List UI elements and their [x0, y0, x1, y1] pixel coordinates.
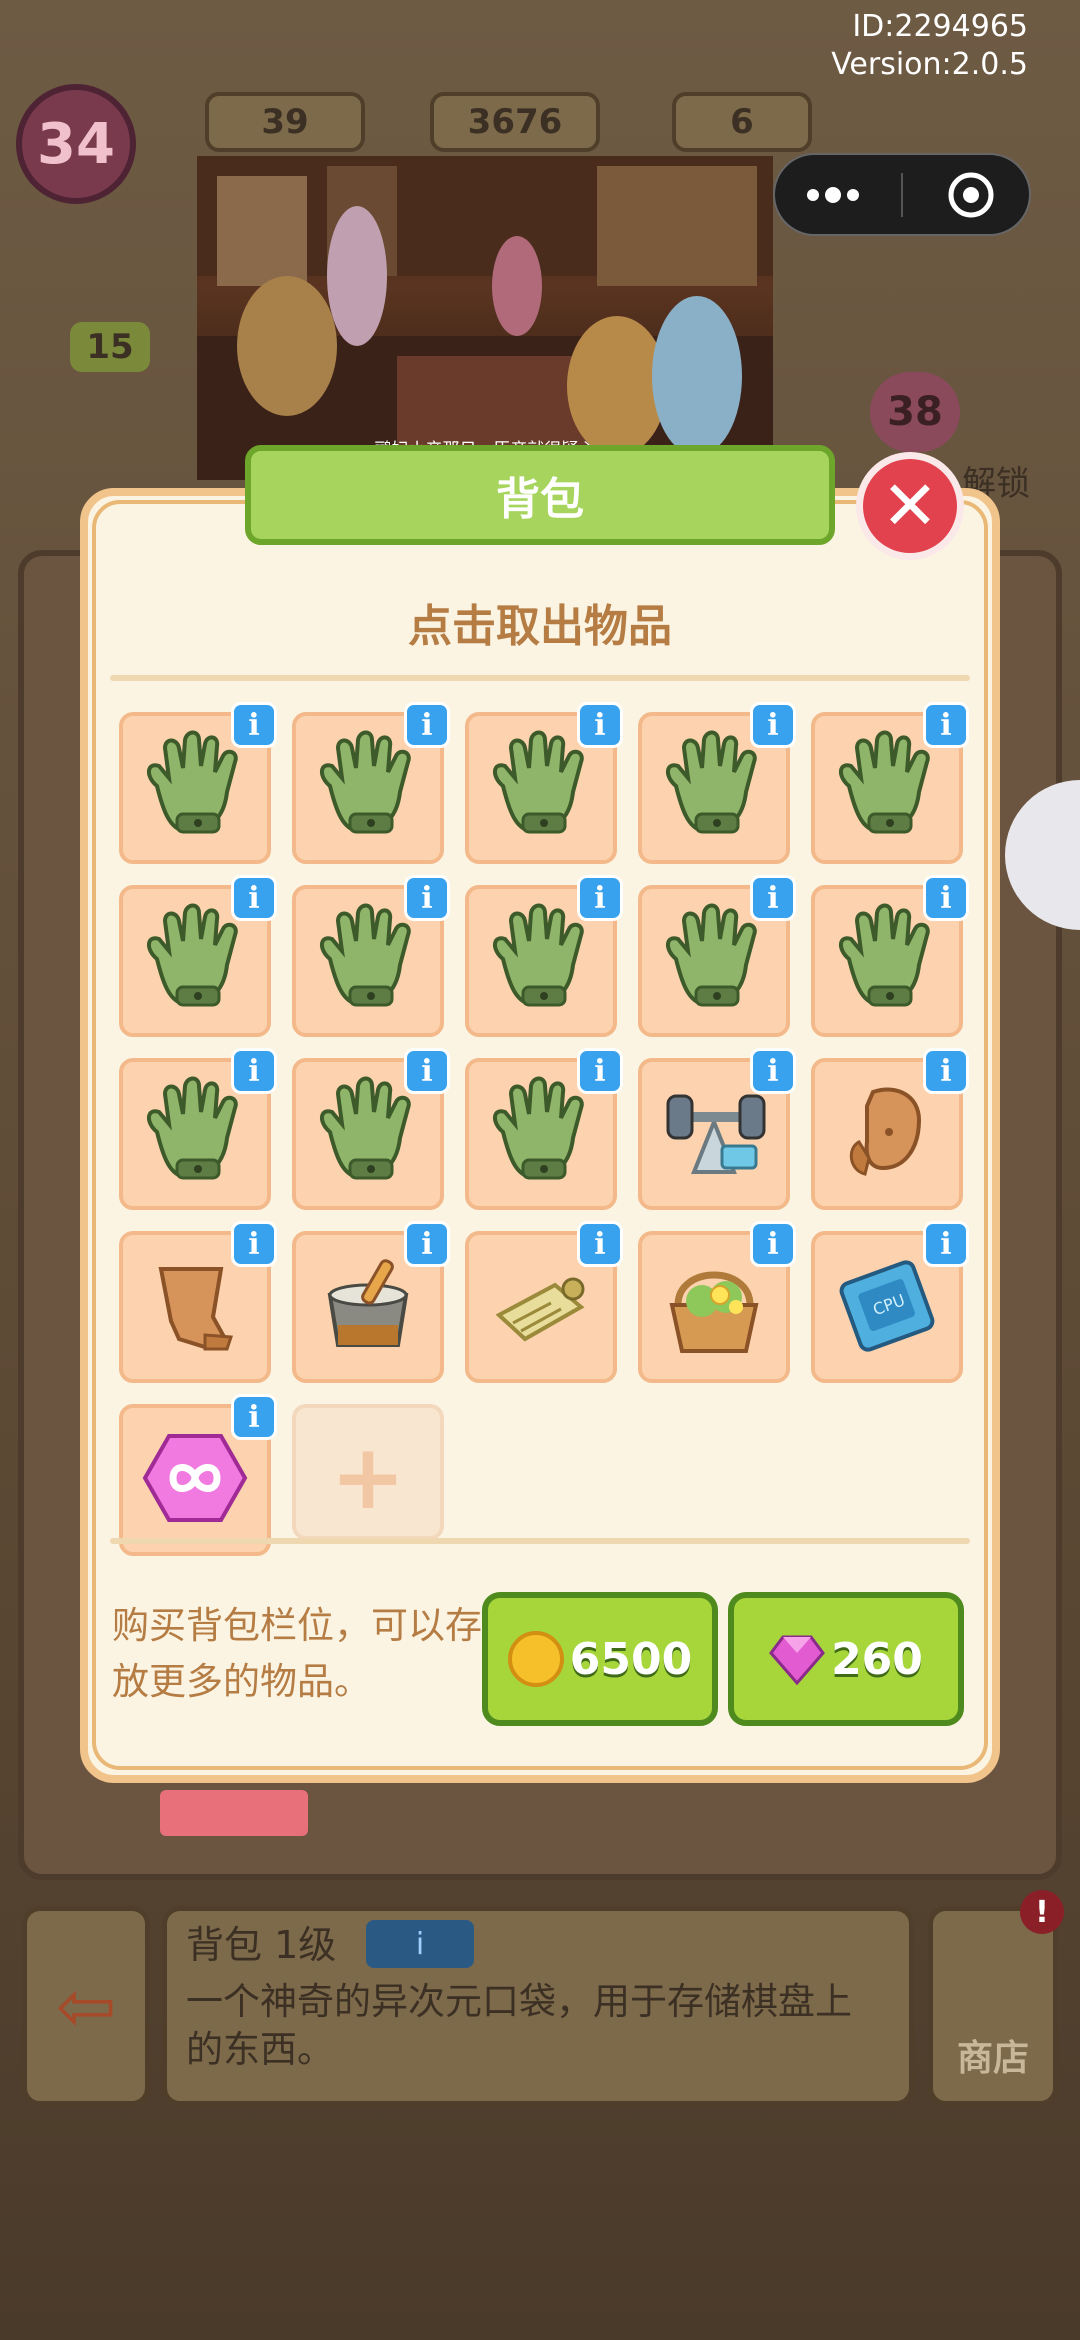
close-icon: ✕ — [881, 466, 939, 546]
item-info-icon[interactable]: i — [404, 1221, 450, 1267]
bottom-divider — [110, 1538, 970, 1544]
energy-value: 39 — [261, 102, 309, 142]
item-info-icon[interactable]: i — [923, 875, 969, 921]
item-info-icon[interactable]: i — [231, 875, 277, 921]
shop-button[interactable]: 商店 — [928, 1906, 1058, 2106]
coin-counter[interactable]: 3676 — [430, 92, 600, 152]
buy-with-gems-button[interactable]: 260 — [728, 1592, 964, 1726]
close-button[interactable]: ✕ — [856, 452, 964, 560]
item-info-title: 背包 1级 — [186, 1923, 337, 1967]
item-info-icon[interactable]: i — [750, 1048, 796, 1094]
exit-door-icon: ⇦ — [55, 1964, 117, 2048]
shop-label: 商店 — [956, 2038, 1029, 2079]
item-info-icon[interactable]: i — [231, 702, 277, 748]
item-info-icon[interactable]: i — [231, 1394, 277, 1440]
mini-program-capsule — [773, 153, 1031, 236]
item-info-icon[interactable]: i — [404, 1048, 450, 1094]
item-info-icon[interactable]: i — [404, 702, 450, 748]
video-frame-image — [197, 156, 773, 480]
item-info-icon[interactable]: i — [923, 1221, 969, 1267]
dialog-ribbon-title: 背包 — [496, 474, 584, 525]
more-button[interactable] — [775, 186, 891, 203]
item-info-icon[interactable]: i — [577, 1048, 623, 1094]
add-slot-button[interactable]: + — [292, 1404, 444, 1540]
more-dots-icon — [807, 186, 859, 203]
item-info-icon[interactable]: i — [750, 1221, 796, 1267]
target-icon — [948, 172, 994, 217]
item-info-button[interactable]: i — [366, 1920, 474, 1968]
item-info-icon[interactable]: i — [577, 1221, 623, 1267]
shop-notification-badge: ! — [1020, 1890, 1064, 1934]
exit-door-button[interactable]: ⇦ — [22, 1906, 150, 2106]
item-info-icon[interactable]: i — [750, 875, 796, 921]
item-info-icon[interactable]: i — [923, 1048, 969, 1094]
item-info-icon[interactable]: i — [404, 875, 450, 921]
version-info: ID:2294965 Version:2.0.5 — [831, 8, 1028, 84]
item-info-icon[interactable]: i — [923, 702, 969, 748]
buy-slot-text: 购买背包栏位，可以存放更多的物品。 — [112, 1604, 482, 1703]
exit-button[interactable] — [913, 171, 1029, 219]
gem-counter[interactable]: 6 — [672, 92, 812, 152]
heart-counter: 38 — [870, 372, 960, 452]
gem-icon — [769, 1635, 825, 1686]
gem-value: 6 — [730, 102, 754, 142]
dialog-pull-tab — [160, 1790, 308, 1836]
star-level: 15 — [70, 322, 150, 372]
coin-icon — [507, 1631, 564, 1687]
user-id: ID:2294965 — [852, 9, 1028, 44]
top-divider — [110, 675, 970, 681]
player-level-badge[interactable]: 34 — [16, 84, 136, 204]
item-info-icon[interactable]: i — [231, 1048, 277, 1094]
gem-price: 260 — [831, 1633, 923, 1685]
capsule-divider — [901, 172, 903, 217]
item-info-description: 一个神奇的异次元口袋，用于存储棋盘上的东西。 — [186, 1980, 852, 2071]
coin-price: 6500 — [569, 1633, 693, 1685]
item-info-icon[interactable]: i — [577, 702, 623, 748]
item-info-icon[interactable]: i — [577, 875, 623, 921]
video-overlay[interactable]: 鹂妃小产那日 臣妾就很疑心 — [197, 156, 773, 480]
dialog-title: 点击取出物品 — [408, 601, 672, 652]
buy-with-coins-button[interactable]: 6500 — [482, 1592, 718, 1726]
item-info-icon[interactable]: i — [231, 1221, 277, 1267]
version-label: Version:2.0.5 — [831, 47, 1028, 82]
energy-counter[interactable]: 39 — [205, 92, 365, 152]
dialog-ribbon: 背包 — [245, 445, 835, 545]
item-info-icon[interactable]: i — [750, 702, 796, 748]
coin-value: 3676 — [467, 102, 563, 142]
